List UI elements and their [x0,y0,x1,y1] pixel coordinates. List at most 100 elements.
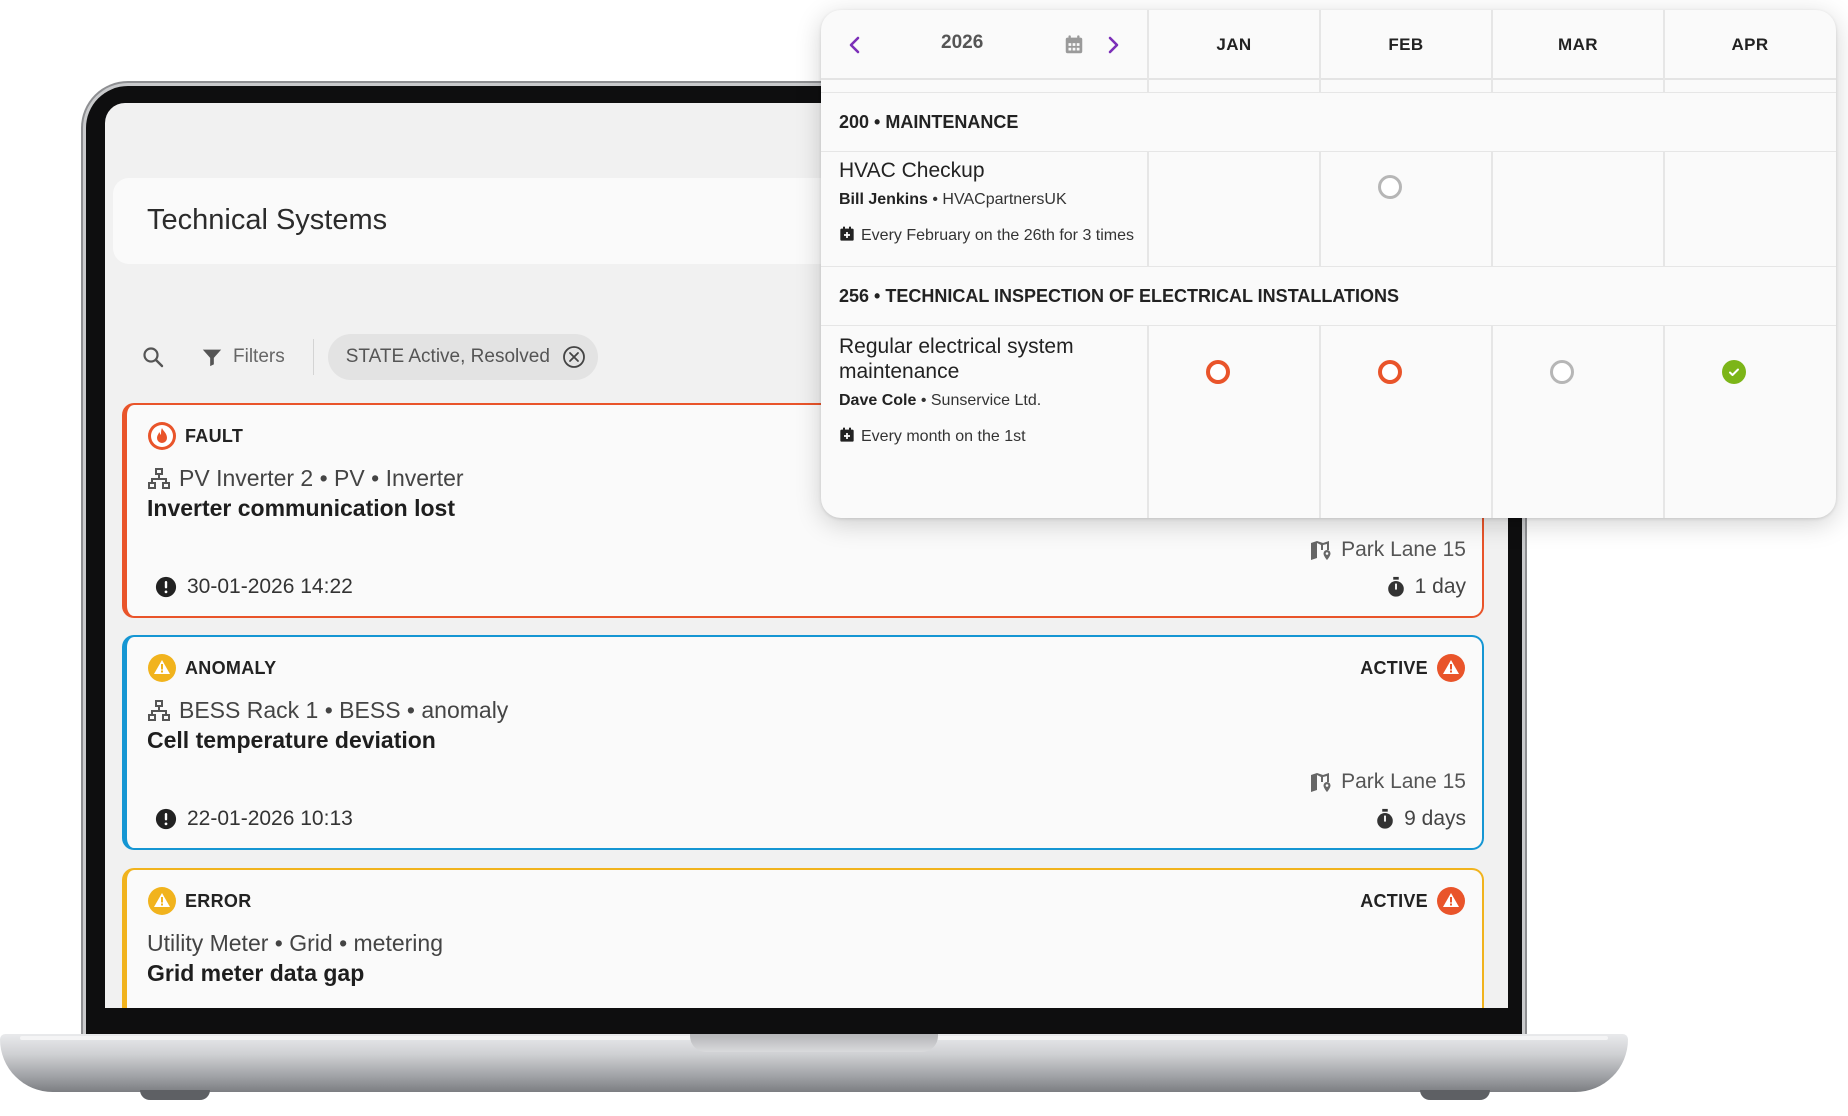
calendar-icon [1063,34,1085,56]
event-type: ANOMALY [147,653,276,683]
map-pin-icon [1309,538,1333,562]
task-separator: • [920,392,931,409]
month-column: JAN [1147,10,1319,518]
event-state: ACTIVE [1360,653,1466,683]
month-column: APR [1663,10,1835,518]
state-filter-chip[interactable]: STATE Active, Resolved [327,334,598,380]
stopwatch-icon [1385,576,1407,598]
task-row-info[interactable]: HVAC Checkup Bill Jenkins • HVACpartners… [839,158,1139,248]
event-date: 30-01-2026 14:22 [155,575,353,599]
task-recurrence-text: Every February on the 26th for 3 times [861,227,1135,244]
event-location-text: Park Lane 15 [1341,770,1466,793]
date-picker-button[interactable] [1054,10,1094,80]
month-header: MAR [1558,35,1598,54]
event-date-text: 22-01-2026 10:13 [187,807,353,830]
alert-triangle-icon [1436,886,1466,916]
month-header: APR [1731,35,1769,54]
event-card-anomaly[interactable]: ANOMALY ACTIVE BESS Rack 1 • BESS • anom… [122,635,1484,850]
event-asset-path-text: BESS Rack 1 • BESS • anomaly [179,697,509,723]
warning-icon [147,653,177,683]
next-year-button[interactable] [1093,10,1133,80]
event-card-error[interactable]: ERROR ACTIVE Utility Meter • Grid • mete… [122,868,1484,1008]
event-title: Inverter communication lost [147,495,456,521]
map-pin-icon [1309,770,1333,794]
task-name: HVAC Checkup [839,159,985,182]
event-asset-path: BESS Rack 1 • BESS • anomaly [147,697,508,724]
close-circle-icon[interactable] [562,345,586,369]
calendar-plus-icon [839,226,855,242]
event-type-label: ANOMALY [185,657,277,678]
toolbar-divider [312,339,314,375]
search-icon[interactable] [141,345,165,369]
event-location-text: Park Lane 15 [1341,538,1466,561]
chevron-right-icon [1105,35,1121,55]
calendar-plus-icon [839,427,855,443]
event-state: ACTIVE [1360,886,1466,916]
state-filter-chip-label: STATE Active, Resolved [345,346,550,367]
fire-icon [147,421,177,451]
maintenance-calendar-popover: 2026 JAN FEB MAR APR 200 • MAINTENANCE H… [821,10,1836,518]
task-assignee: Dave Cole • Sunservice Ltd. [839,392,1139,410]
network-icon [147,467,171,491]
event-date: 22-01-2026 10:13 [155,807,353,831]
task-company: HVACpartnersUK [942,191,1067,208]
alert-circle-icon [155,808,177,830]
event-state-label: ACTIVE [1360,890,1428,911]
event-type-label: FAULT [185,425,244,446]
occurrence-scheduled-mark[interactable] [1550,360,1574,384]
event-asset-path-text: Utility Meter • Grid • metering [147,930,444,956]
task-person: Dave Cole [839,392,917,409]
page-title: Technical Systems [147,204,388,236]
event-location: Park Lane 15 [1309,770,1466,794]
stopwatch-icon [1374,808,1396,830]
warning-icon [147,886,177,916]
filter-icon [201,346,223,368]
occurrence-overdue-mark[interactable] [1378,360,1402,384]
task-recurrence: Every month on the 1st [839,424,1139,449]
task-separator: • [932,191,943,208]
event-duration-text: 1 day [1414,575,1466,598]
filters-button[interactable]: Filters [201,346,285,368]
event-duration: 1 day [1385,575,1466,599]
occurrence-scheduled-mark[interactable] [1378,175,1402,199]
alert-triangle-icon [1436,653,1466,683]
laptop-hinge [690,1034,938,1052]
event-type: FAULT [147,421,243,451]
month-column: MAR [1491,10,1663,518]
event-asset-path: Utility Meter • Grid • metering [147,930,443,957]
event-state-label: ACTIVE [1360,657,1428,678]
event-title: Cell temperature deviation [147,727,436,753]
occurrence-done-mark[interactable] [1722,360,1746,384]
event-location: Park Lane 15 [1309,538,1466,562]
event-type-label: ERROR [185,890,252,911]
filters-label: Filters [233,346,285,367]
toolbar: Filters STATE Active, Resolved [141,333,598,381]
event-asset-path-text: PV Inverter 2 • PV • Inverter [179,465,464,491]
stage: Technical Systems Filters STATE Active, … [0,0,1848,1116]
month-header: FEB [1388,35,1424,54]
task-row-info[interactable]: Regular electrical system maintenance Da… [839,334,1139,449]
event-type: ERROR [147,886,252,916]
laptop-foot [1420,1090,1490,1100]
network-icon [147,699,171,723]
occurrence-overdue-mark[interactable] [1206,360,1230,384]
group-header: 200 • MAINTENANCE [821,92,1836,152]
laptop-foot [140,1090,210,1100]
laptop-base [0,1034,1628,1092]
task-recurrence: Every February on the 26th for 3 times [839,223,1139,248]
task-name: Regular electrical system maintenance [839,335,1074,383]
task-company: Sunservice Ltd. [930,392,1042,409]
event-title: Grid meter data gap [147,960,365,986]
month-header: JAN [1216,35,1252,54]
chevron-left-icon [847,35,863,55]
prev-year-button[interactable] [835,10,875,80]
group-header: 256 • TECHNICAL INSPECTION OF ELECTRICAL… [821,266,1836,326]
event-date-text: 30-01-2026 14:22 [187,575,353,598]
event-asset-path: PV Inverter 2 • PV • Inverter [147,465,464,492]
task-person: Bill Jenkins [839,191,928,208]
task-recurrence-text: Every month on the 1st [861,428,1026,445]
alert-circle-icon [155,576,177,598]
event-duration-text: 9 days [1404,807,1466,830]
calendar-year: 2026 [941,32,984,53]
task-assignee: Bill Jenkins • HVACpartnersUK [839,191,1139,209]
